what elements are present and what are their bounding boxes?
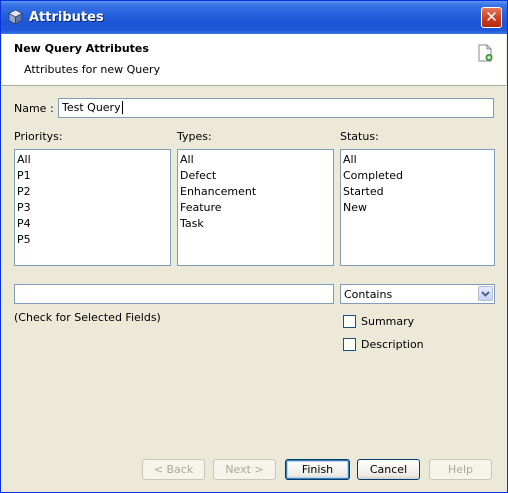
chevron-down-icon <box>481 291 490 297</box>
attributes-dialog: Attributes ✕ New Query Attributes Attrib… <box>0 0 508 493</box>
name-input[interactable]: Test Query <box>58 98 494 118</box>
back-button[interactable]: < Back <box>142 459 205 480</box>
summary-checkbox-label: Summary <box>361 315 415 328</box>
list-item[interactable]: All <box>342 152 493 168</box>
cube-app-icon <box>8 9 23 25</box>
list-item[interactable]: All <box>179 152 332 168</box>
list-item[interactable]: Defect <box>179 168 332 184</box>
list-item[interactable]: P2 <box>16 184 169 200</box>
priorities-list[interactable]: All P1 P2 P3 P4 P5 <box>14 149 171 266</box>
list-item[interactable]: P5 <box>16 232 169 248</box>
summary-field-option[interactable]: Summary <box>343 314 453 330</box>
list-item[interactable]: Enhancement <box>179 184 332 200</box>
list-item[interactable]: Task <box>179 216 332 232</box>
search-text-input[interactable] <box>14 284 334 304</box>
new-document-icon <box>478 44 493 62</box>
description-checkbox-label: Description <box>361 338 424 351</box>
wizard-header: New Query Attributes Attributes for new … <box>2 34 506 86</box>
list-item[interactable]: All <box>16 152 169 168</box>
header-title: New Query Attributes <box>14 42 149 55</box>
list-item[interactable]: Completed <box>342 168 493 184</box>
finish-button[interactable]: Finish <box>285 459 350 480</box>
list-item[interactable]: P4 <box>16 216 169 232</box>
dropdown-button[interactable] <box>478 286 493 301</box>
name-label: Name : <box>14 102 54 115</box>
description-field-option[interactable]: Description <box>343 337 453 353</box>
status-list[interactable]: All Completed Started New <box>340 149 495 266</box>
list-item[interactable]: P3 <box>16 200 169 216</box>
types-label: Types: <box>177 130 212 143</box>
summary-checkbox[interactable] <box>343 315 356 328</box>
match-mode-select[interactable]: Contains <box>340 284 495 304</box>
help-button[interactable]: Help <box>429 459 492 480</box>
window-title: Attributes <box>29 10 104 25</box>
close-icon: ✕ <box>485 8 498 26</box>
selected-fields-hint: (Check for Selected Fields) <box>14 311 161 324</box>
title-bar[interactable]: Attributes ✕ <box>1 1 507 34</box>
list-item[interactable]: New <box>342 200 493 216</box>
description-checkbox[interactable] <box>343 338 356 351</box>
name-input-value: Test Query <box>62 101 121 114</box>
priorities-label: Prioritys: <box>14 130 63 143</box>
list-item[interactable]: Feature <box>179 200 332 216</box>
status-label: Status: <box>340 130 379 143</box>
header-subtitle: Attributes for new Query <box>24 63 161 76</box>
types-list[interactable]: All Defect Enhancement Feature Task <box>177 149 334 266</box>
cancel-button[interactable]: Cancel <box>357 459 420 480</box>
close-button[interactable]: ✕ <box>481 7 502 28</box>
list-item[interactable]: P1 <box>16 168 169 184</box>
next-button[interactable]: Next > <box>213 459 276 480</box>
match-mode-value: Contains <box>344 288 393 301</box>
list-item[interactable]: Started <box>342 184 493 200</box>
